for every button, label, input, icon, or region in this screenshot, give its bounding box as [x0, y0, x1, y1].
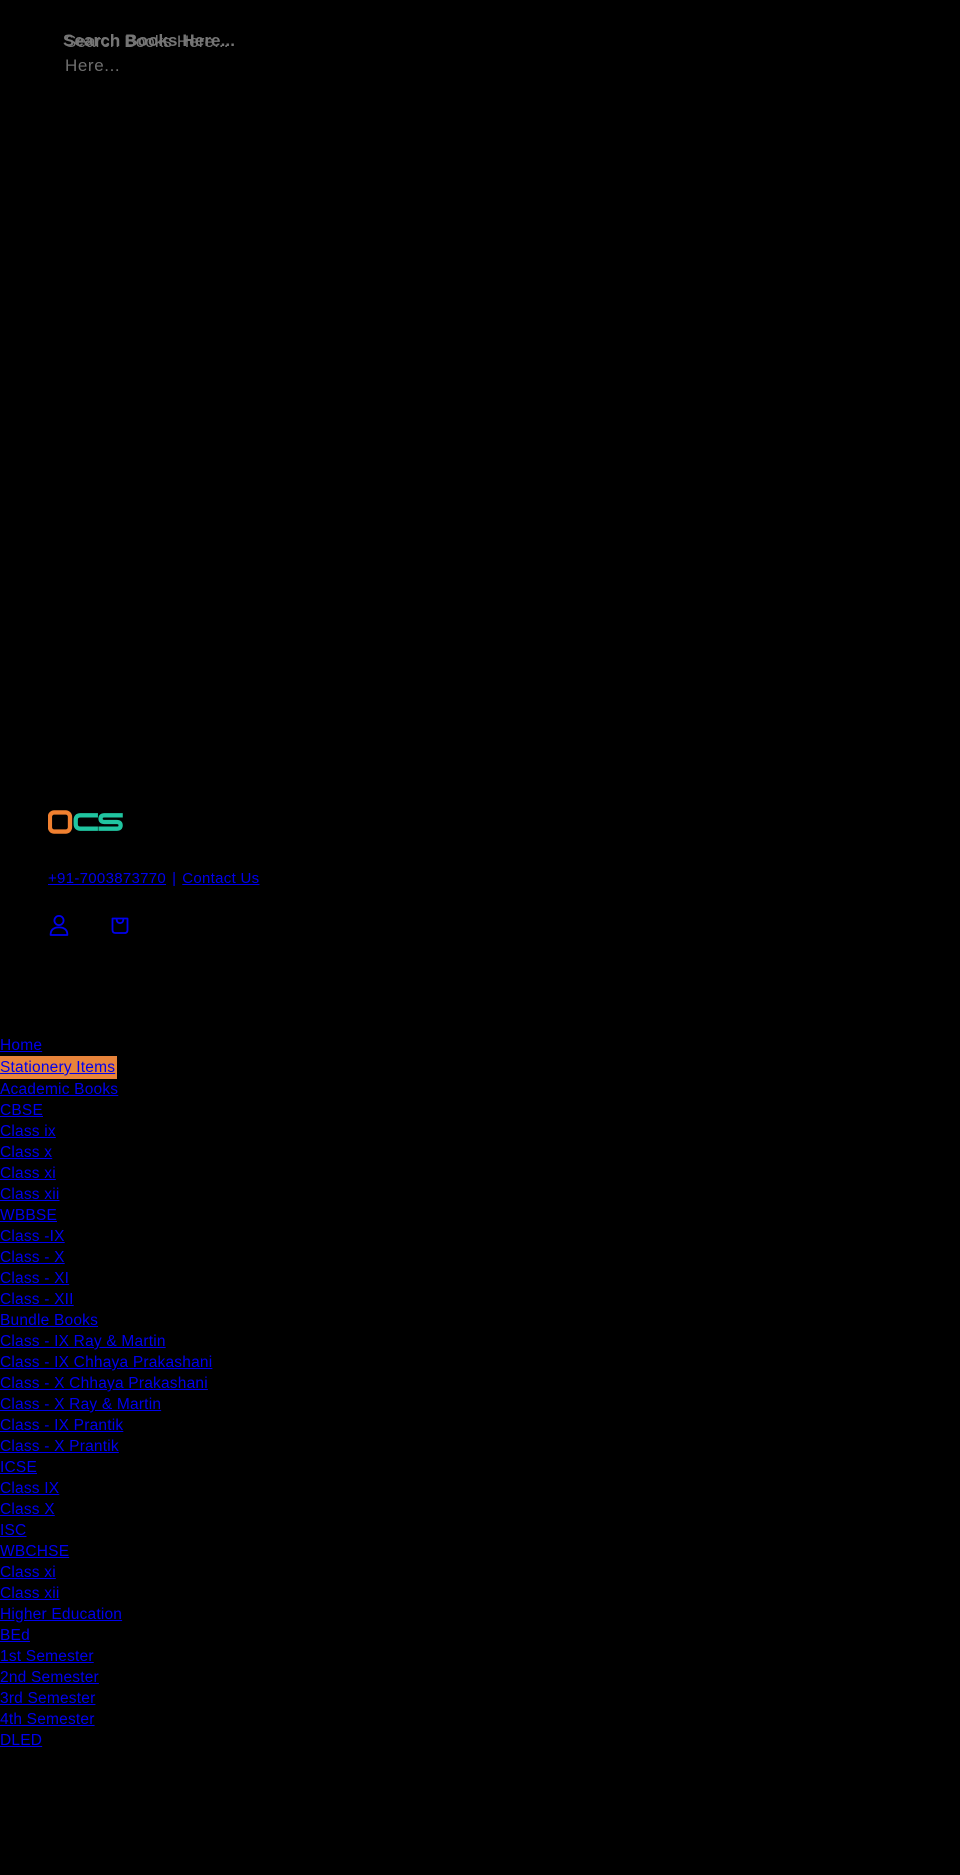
contact-separator: |: [172, 870, 177, 887]
nav-link-class-xi[interactable]: Class xi: [0, 1562, 56, 1583]
nav-list-item: Class xi: [0, 1163, 960, 1184]
nav-link-class-ix[interactable]: Class IX: [0, 1478, 59, 1499]
nav-list-item: ICSE: [0, 1457, 960, 1478]
nav-link-icse[interactable]: ICSE: [0, 1457, 37, 1478]
nav-list-item: Class - X Chhaya Prakashani: [0, 1373, 960, 1394]
nav-link-isc[interactable]: ISC: [0, 1520, 26, 1541]
nav-link-class-x-prantik[interactable]: Class - X Prantik: [0, 1436, 119, 1457]
nav-link-dled[interactable]: DLED: [0, 1730, 42, 1751]
nav-link-class-ix-ray-martin[interactable]: Class - IX Ray & Martin: [0, 1331, 166, 1352]
nav-link-class-xii[interactable]: Class - XII: [0, 1289, 74, 1310]
nav-list-item: Stationery Items: [0, 1056, 960, 1079]
ocs-logo: [48, 810, 123, 834]
nav-list-item: Class xii: [0, 1583, 960, 1604]
contact-line: +91-7003873770 | Contact Us: [48, 870, 960, 887]
header-icon-row: [48, 913, 960, 937]
nav-list-item: 1st Semester: [0, 1646, 960, 1667]
shopping-bag-icon: [111, 917, 129, 934]
nav-list-item: Class - XI: [0, 1268, 960, 1289]
search-area: Here...: [0, 0, 960, 100]
nav-link-class-ix-chhaya-prakashani[interactable]: Class - IX Chhaya Prakashani: [0, 1352, 212, 1373]
nav-list-item: Class - X: [0, 1247, 960, 1268]
nav-link-class-x-chhaya-prakashani[interactable]: Class - X Chhaya Prakashani: [0, 1373, 208, 1394]
nav-list-item: WBCHSE: [0, 1541, 960, 1562]
nav-link-class-x[interactable]: Class - X: [0, 1247, 65, 1268]
nav-list-item: Class X: [0, 1499, 960, 1520]
nav-list-item: Class x: [0, 1142, 960, 1163]
nav-list-item: BEd: [0, 1625, 960, 1646]
nav-list-item: Class xi: [0, 1562, 960, 1583]
phone-link[interactable]: +91-7003873770: [48, 870, 166, 887]
nav-link-cbse[interactable]: CBSE: [0, 1100, 43, 1121]
nav-list-item: Class IX: [0, 1478, 960, 1499]
nav-list-item: ISC: [0, 1520, 960, 1541]
contact-us-link[interactable]: Contact Us: [182, 870, 259, 887]
main-navigation: Home Stationery Items Academic Books CBSE Cl…: [0, 1035, 960, 1751]
nav-list-item: 4th Semester: [0, 1709, 960, 1730]
nav-link-class-xi[interactable]: Class xi: [0, 1163, 56, 1184]
nav-list-item: Class - IX Chhaya Prakashani: [0, 1352, 960, 1373]
account-link[interactable]: [48, 913, 70, 937]
nav-link-1st-semester[interactable]: 1st Semester: [0, 1646, 94, 1667]
nav-link-class-xii[interactable]: Class xii: [0, 1583, 60, 1604]
nav-link-3rd-semester[interactable]: 3rd Semester: [0, 1688, 95, 1709]
cart-link[interactable]: [108, 913, 132, 937]
logo-link[interactable]: [0, 800, 960, 844]
nav-link-class-x[interactable]: Class X: [0, 1499, 55, 1520]
nav-link-class-x[interactable]: Class x: [0, 1142, 52, 1163]
nav-list-item: WBBSE: [0, 1205, 960, 1226]
nav-list-item: Class - XII: [0, 1289, 960, 1310]
header: +91-7003873770 | Contact Us: [0, 800, 960, 937]
nav-link-class-xii[interactable]: Class xii: [0, 1184, 60, 1205]
nav-list-item: Class - X Prantik: [0, 1436, 960, 1457]
nav-list-item: Higher Education: [0, 1604, 960, 1625]
nav-link-class-ix[interactable]: Class -IX: [0, 1226, 65, 1247]
nav-list-item: DLED: [0, 1730, 960, 1751]
nav-link-bed[interactable]: BEd: [0, 1625, 30, 1646]
nav-list-item: Home: [0, 1035, 960, 1056]
nav-list-item: Academic Books: [0, 1079, 960, 1100]
nav-list-item: CBSE: [0, 1100, 960, 1121]
nav-list-item: Bundle Books: [0, 1310, 960, 1331]
nav-link-class-ix[interactable]: Class ix: [0, 1121, 56, 1142]
nav-link-bundle-books[interactable]: Bundle Books: [0, 1310, 98, 1331]
nav-link-wbchse[interactable]: WBCHSE: [0, 1541, 69, 1562]
nav-link-4th-semester[interactable]: 4th Semester: [0, 1709, 95, 1730]
nav-list-item: 2nd Semester: [0, 1667, 960, 1688]
nav-list: Home Stationery Items Academic Books CBSE Cl…: [0, 1035, 960, 1751]
nav-link-class-ix-prantik[interactable]: Class - IX Prantik: [0, 1415, 123, 1436]
search-placeholder-wrap-fragment: Here...: [65, 56, 121, 75]
nav-list-item: 3rd Semester: [0, 1688, 960, 1709]
nav-link-home[interactable]: Home: [0, 1035, 42, 1056]
user-icon: [49, 915, 69, 936]
nav-link-higher-education[interactable]: Higher Education: [0, 1604, 122, 1625]
nav-link-stationery-items[interactable]: Stationery Items: [0, 1056, 118, 1079]
nav-list-item: Class - X Ray & Martin: [0, 1394, 960, 1415]
nav-link-class-x-ray-martin[interactable]: Class - X Ray & Martin: [0, 1394, 161, 1415]
nav-list-item: Class - IX Prantik: [0, 1415, 960, 1436]
nav-list-item: Class -IX: [0, 1226, 960, 1247]
nav-list-item: Class ix: [0, 1121, 960, 1142]
nav-link-academic-books[interactable]: Academic Books: [0, 1079, 118, 1100]
nav-list-item: Class xii: [0, 1184, 960, 1205]
nav-link-2nd-semester[interactable]: 2nd Semester: [0, 1667, 99, 1688]
search-input[interactable]: [63, 31, 483, 51]
nav-list-item: Class - IX Ray & Martin: [0, 1331, 960, 1352]
nav-link-wbbse[interactable]: WBBSE: [0, 1205, 57, 1226]
nav-link-class-xi[interactable]: Class - XI: [0, 1268, 69, 1289]
